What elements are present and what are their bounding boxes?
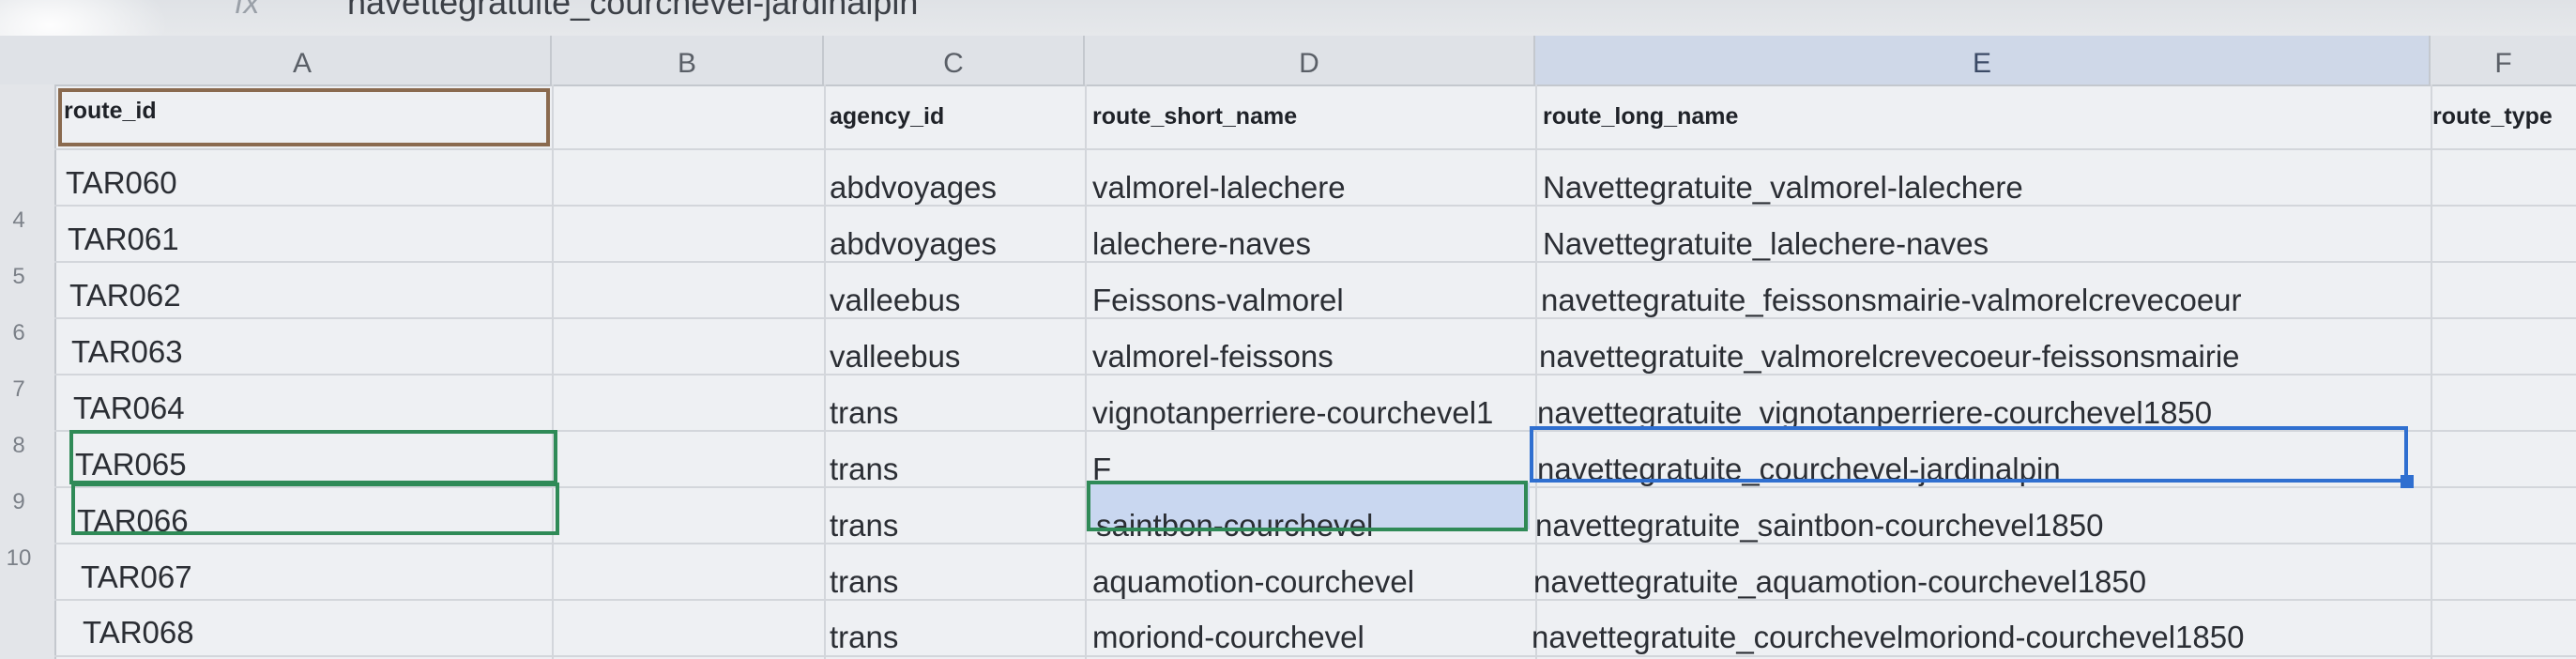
formula-bar[interactable]: fx navettegratuite_courchevel-jardinalpi… bbox=[0, 0, 2576, 36]
cell-route-id[interactable]: TAR062 bbox=[69, 278, 181, 314]
row-number[interactable]: 5 bbox=[0, 264, 38, 290]
route-id-header-selection bbox=[58, 88, 550, 146]
cell-route-id[interactable]: TAR061 bbox=[68, 222, 179, 257]
selection-route-id-tar066 bbox=[71, 483, 559, 535]
row-number[interactable]: 8 bbox=[0, 433, 38, 459]
cell-agency-id[interactable]: abdvoyages bbox=[830, 170, 997, 206]
header-route-type[interactable]: route_type bbox=[2432, 103, 2553, 130]
cell-route-long-name[interactable]: navettegratuite_saintbon-courchevel1850 bbox=[1535, 508, 2103, 544]
column-header-c[interactable]: C bbox=[824, 36, 1085, 84]
cell-route-long-name[interactable]: navettegratuite_feissonsmairie-valmorelc… bbox=[1541, 283, 2242, 318]
cell-agency-id[interactable]: trans bbox=[830, 620, 898, 655]
active-cell-long-name bbox=[1530, 426, 2408, 483]
cell-route-short-name[interactable]: moriond-courchevel bbox=[1092, 620, 1364, 655]
cell-route-id[interactable]: TAR060 bbox=[66, 165, 177, 201]
cell-route-id[interactable]: TAR067 bbox=[81, 559, 192, 595]
header-route-short-name[interactable]: route_short_name bbox=[1092, 103, 1297, 130]
cell-route-short-name[interactable]: valmorel-feissons bbox=[1092, 339, 1334, 375]
column-header-e[interactable]: E bbox=[1535, 36, 2431, 84]
gridline bbox=[824, 84, 826, 659]
cell-route-long-name[interactable]: navettegratuite_valmorelcrevecoeur-feiss… bbox=[1539, 339, 2240, 375]
gridline bbox=[552, 84, 554, 659]
column-header-f[interactable]: F bbox=[2431, 36, 2576, 84]
cell-agency-id[interactable]: trans bbox=[830, 508, 898, 544]
cell-agency-id[interactable]: trans bbox=[830, 564, 898, 600]
row-header-column: 4 5 6 7 8 9 10 bbox=[0, 84, 56, 659]
selection-short-name-saintbon bbox=[1087, 481, 1528, 531]
cell-route-long-name[interactable]: navettegratuite_aquamotion-courchevel185… bbox=[1533, 564, 2146, 600]
cell-agency-id[interactable]: abdvoyages bbox=[830, 226, 997, 262]
cell-route-long-name[interactable]: Navettegratuite_valmorel-lalechere bbox=[1543, 170, 2023, 206]
cell-route-long-name[interactable]: navettegratuite_courchevelmoriond-courch… bbox=[1532, 620, 2244, 655]
cell-agency-id[interactable]: valleebus bbox=[830, 339, 960, 375]
cell-route-id[interactable]: TAR064 bbox=[73, 391, 185, 426]
cell-route-short-name[interactable]: lalechere-naves bbox=[1092, 226, 1311, 262]
row-number[interactable]: 6 bbox=[0, 320, 38, 346]
header-agency-id[interactable]: agency_id bbox=[830, 103, 944, 130]
cell-agency-id[interactable]: valleebus bbox=[830, 283, 960, 318]
fx-icon: fx bbox=[235, 0, 260, 21]
spreadsheet-grid[interactable]: A B C D E F 4 5 6 7 8 9 10 route_id agen… bbox=[0, 36, 2576, 659]
formula-bar-content[interactable]: navettegratuite_courchevel-jardinalpin bbox=[347, 0, 918, 23]
row-number[interactable]: 9 bbox=[0, 489, 38, 515]
gridline bbox=[54, 148, 2576, 150]
cell-agency-id[interactable]: trans bbox=[830, 452, 898, 487]
column-header-row: A B C D E F bbox=[0, 36, 2576, 86]
gridline bbox=[54, 655, 2576, 657]
column-header-d[interactable]: D bbox=[1085, 36, 1535, 84]
header-route-long-name[interactable]: route_long_name bbox=[1543, 103, 1738, 130]
gridline bbox=[1085, 84, 1087, 659]
cell-route-id[interactable]: TAR068 bbox=[83, 615, 194, 651]
selection-route-id-tar065 bbox=[69, 430, 557, 484]
fill-handle[interactable] bbox=[2401, 475, 2414, 488]
row-number[interactable]: 7 bbox=[0, 376, 38, 403]
column-header-a[interactable]: A bbox=[54, 36, 552, 84]
cell-route-short-name[interactable]: valmorel-lalechere bbox=[1092, 170, 1346, 206]
cell-route-short-name[interactable]: aquamotion-courchevel bbox=[1092, 564, 1414, 600]
gridline bbox=[54, 261, 2576, 263]
row-number[interactable]: 4 bbox=[0, 207, 38, 234]
row-number[interactable]: 10 bbox=[0, 545, 38, 572]
cell-route-short-name[interactable]: Feissons-valmorel bbox=[1092, 283, 1344, 318]
column-header-b[interactable]: B bbox=[552, 36, 824, 84]
cell-route-short-name[interactable]: vignotanperriere-courchevel1 bbox=[1092, 395, 1535, 431]
cell-agency-id[interactable]: trans bbox=[830, 395, 898, 431]
cell-route-id[interactable]: TAR063 bbox=[71, 334, 183, 370]
cell-route-long-name[interactable]: Navettegratuite_lalechere-naves bbox=[1543, 226, 1989, 262]
gridline bbox=[2431, 84, 2432, 659]
